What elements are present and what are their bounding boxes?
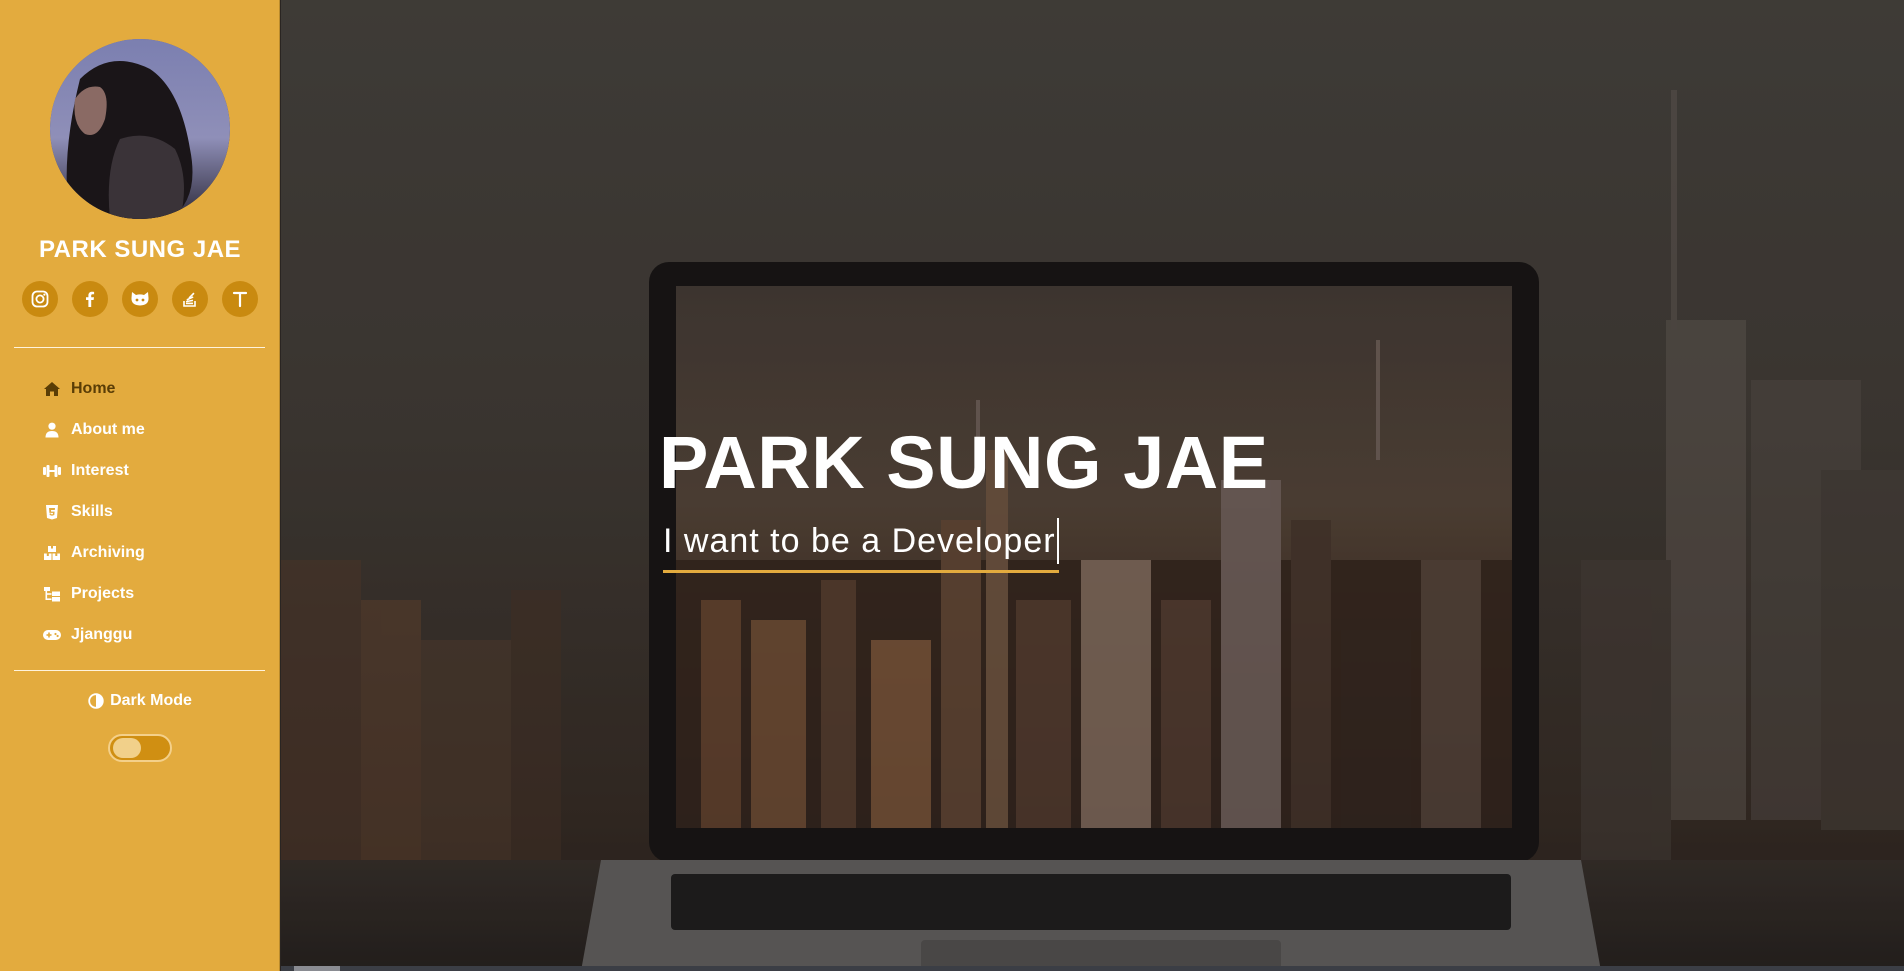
facebook-link[interactable] (72, 281, 108, 317)
sidebar: PARK SUNG JAE Home About me Interest Ski… (0, 0, 280, 971)
nav-item-home[interactable]: Home (42, 376, 115, 402)
instagram-icon (31, 290, 49, 308)
page-root: PARK SUNG JAE Home About me Interest Ski… (0, 0, 1904, 971)
hero-section: PARK SUNG JAE I want to be a Developer (281, 0, 1904, 971)
user-icon (42, 420, 62, 440)
nav-item-skills[interactable]: Skills (42, 499, 113, 525)
nav-item-archiving[interactable]: Archiving (42, 540, 145, 566)
folder-tree-icon (42, 584, 62, 604)
sidebar-divider-bottom (14, 670, 265, 671)
dumbbell-icon (42, 461, 62, 481)
html5-icon (42, 502, 62, 522)
instagram-link[interactable] (22, 281, 58, 317)
boxes-icon (42, 543, 62, 563)
toggle-knob (113, 738, 141, 758)
tistory-link[interactable] (222, 281, 258, 317)
avatar (50, 39, 230, 219)
dark-mode-label: Dark Mode (0, 692, 280, 710)
social-links (22, 281, 262, 317)
dark-mode-toggle[interactable] (108, 734, 172, 762)
stackoverflow-icon (181, 290, 199, 308)
nav-item-jjanggu[interactable]: Jjanggu (42, 622, 132, 648)
stackoverflow-link[interactable] (172, 281, 208, 317)
github-icon (130, 290, 150, 308)
horizontal-scrollbar[interactable] (281, 966, 1904, 971)
nav-item-about-me[interactable]: About me (42, 417, 145, 443)
hero-subtitle-underline: I want to be a Developer (663, 518, 1059, 573)
contrast-icon (88, 693, 104, 709)
sidebar-divider-top (14, 347, 265, 348)
hero-title: PARK SUNG JAE (659, 421, 1269, 504)
profile-name: PARK SUNG JAE (38, 236, 242, 263)
hero-subtitle: I want to be a Developer (663, 521, 1056, 560)
nav-item-interest[interactable]: Interest (42, 458, 129, 484)
home-icon (42, 379, 62, 399)
facebook-icon (81, 290, 99, 308)
nav-item-projects[interactable]: Projects (42, 581, 134, 607)
scrollbar-thumb[interactable] (294, 966, 340, 971)
dark-mode-text: Dark Mode (110, 692, 192, 709)
gamepad-icon (42, 625, 62, 645)
typing-caret (1056, 518, 1059, 564)
tistory-icon (232, 290, 248, 308)
github-link[interactable] (122, 281, 158, 317)
